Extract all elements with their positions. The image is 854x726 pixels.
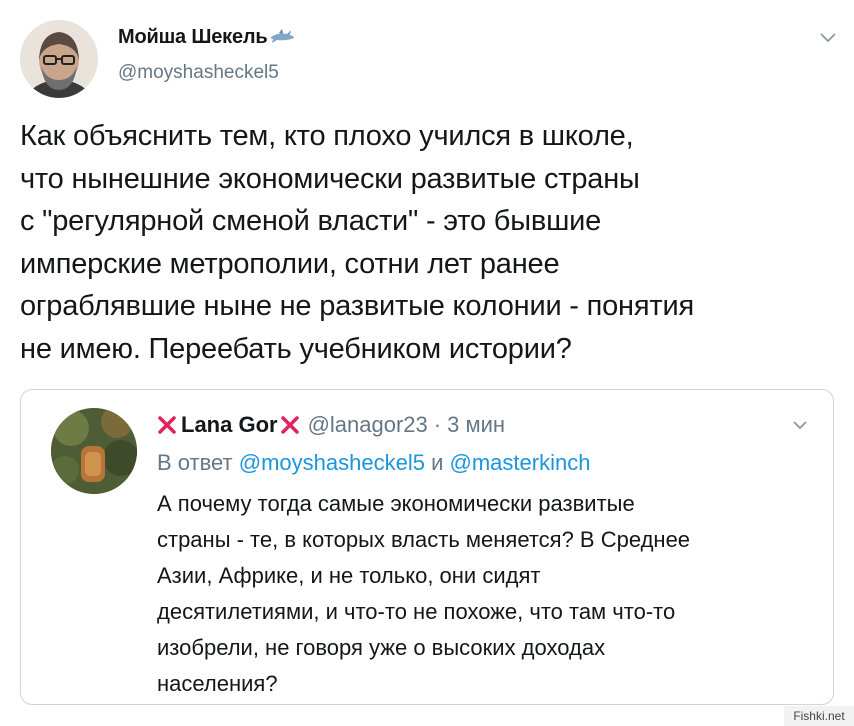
chevron-down-icon[interactable] [791,418,809,430]
separator-dot: · [433,412,442,437]
quote-text: А почему тогда самые экономически развит… [157,491,691,696]
quote-timestamp[interactable]: 3 мин [447,412,505,437]
reply-mention-link[interactable]: @masterkinch [450,450,591,475]
author-avatar[interactable] [20,20,98,98]
quote-author-avatar[interactable] [51,408,137,494]
watermark: Fishki.net [784,706,854,726]
shark-icon [269,28,295,51]
reply-prefix: В ответ [157,450,233,475]
author-name[interactable]: Мойша Шекель [118,26,295,51]
cross-mark-icon [157,415,177,441]
reply-joiner: и [431,450,444,475]
tweet-text: Как объяснить тем, кто плохо учился в шк… [20,120,694,365]
quoted-tweet[interactable]: Lana Gor @lanagor23 · 3 мин В ответ @moysha… [20,389,834,705]
author-handle[interactable]: @moyshasheckel5 [118,62,279,84]
quote-author-name[interactable]: Lana Gor [181,412,278,437]
tweet-card: Мойша Шекель @moyshasheckel5 Как объясни… [0,0,854,726]
quote-author-handle[interactable]: @lanagor23 [308,412,428,437]
reply-context: В ответ @moyshasheckel5 и @masterkinch [157,450,590,476]
reply-mention-link[interactable]: @moyshasheckel5 [239,450,425,475]
cross-mark-icon [280,415,300,441]
chevron-down-icon[interactable] [818,30,838,44]
quote-header: Lana Gor @lanagor23 · 3 мин [157,412,505,441]
